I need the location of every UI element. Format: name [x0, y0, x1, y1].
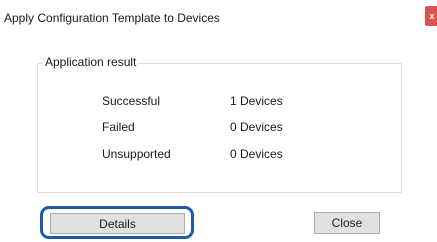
close-button[interactable]: Close	[314, 212, 380, 234]
unsupported-value: 0 Devices	[230, 147, 283, 161]
details-button[interactable]: Details	[50, 213, 185, 234]
failed-value: 0 Devices	[230, 120, 283, 134]
unsupported-label: Unsupported	[102, 147, 171, 161]
successful-label: Successful	[102, 94, 161, 108]
successful-value: 1 Devices	[230, 94, 283, 108]
group-legend: Application result	[43, 55, 139, 69]
window-title: Apply Configuration Template to Devices	[4, 11, 220, 25]
application-result-group	[37, 63, 402, 193]
window-close-button[interactable]: x	[425, 6, 437, 26]
failed-label: Failed	[102, 120, 135, 134]
